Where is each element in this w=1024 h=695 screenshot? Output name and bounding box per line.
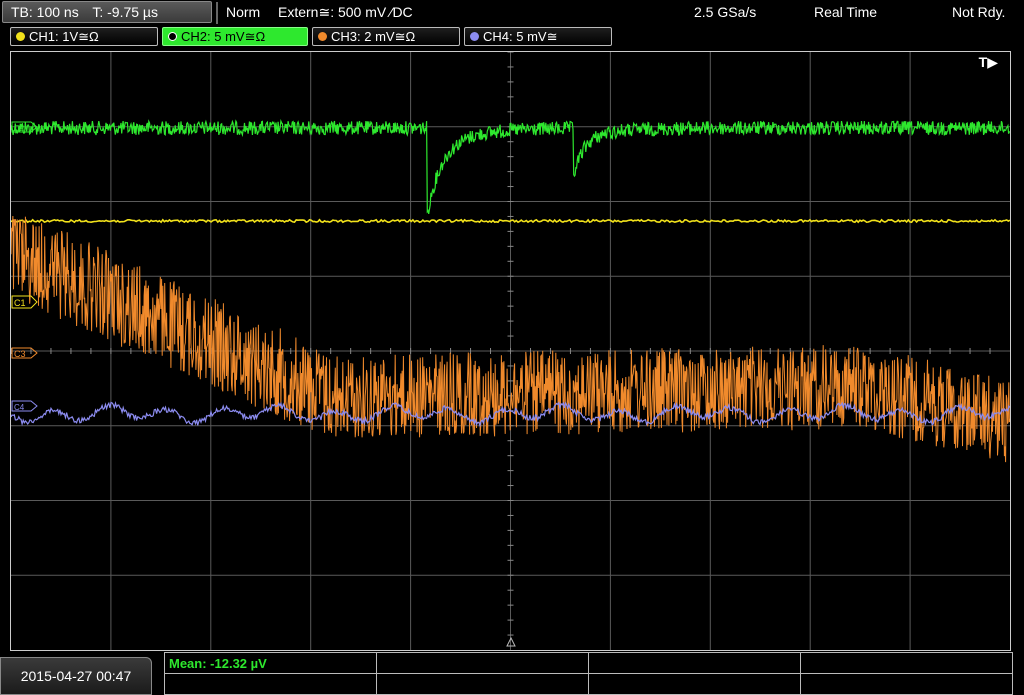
c3-marker-label: C3 (14, 349, 26, 359)
tab-ch3-label: CH3: 2 mV≅Ω (331, 29, 416, 44)
measurement-cell (588, 673, 801, 695)
sample-rate[interactable]: 2.5 GSa/s (694, 3, 756, 21)
tab-ch3[interactable]: CH3: 2 mV≅Ω (312, 27, 460, 46)
measurement-cell (376, 652, 589, 674)
tab-ch1-label: CH1: 1V≅Ω (29, 29, 99, 44)
timebase-label: TB: 100 ns (11, 4, 79, 20)
measurement-mean[interactable]: Mean: -12.32 µV (164, 652, 377, 674)
c2-marker-label: C2 (14, 124, 25, 133)
trigger-source[interactable]: Extern≅: 500 mV ⁄DC (278, 3, 413, 21)
ch1-color-icon (16, 32, 25, 41)
ch1-waveform (11, 218, 1010, 224)
graticule-grid (11, 52, 1010, 650)
timebase-box[interactable]: TB: 100 ns T: -9.75 µs (2, 1, 212, 23)
measurement-cell (800, 652, 1013, 674)
measurement-cell (376, 673, 589, 695)
tab-ch4-label: CH4: 5 mV≅ (483, 29, 558, 44)
tab-ch2-label: CH2: 5 mV≅Ω (181, 29, 266, 44)
ch2-color-icon (168, 32, 177, 41)
divider (216, 2, 218, 24)
ch4-color-icon (470, 32, 479, 41)
acquisition-mode[interactable]: Real Time (814, 3, 877, 21)
bottom-bar: 2015-04-27 00:47 Mean: -12.32 µV (0, 652, 1024, 695)
timestamp: 2015-04-27 00:47 (0, 657, 152, 695)
waveform-display[interactable]: C2 C1 C3 C4 T▶ (10, 51, 1011, 651)
ch3-color-icon (318, 32, 327, 41)
trigger-level-icon: T▶ (978, 54, 998, 70)
acquisition-state: Not Rdy. (952, 4, 1006, 20)
c1-offset-marker: C1 (11, 295, 38, 309)
measurement-cell (800, 673, 1013, 695)
tab-ch2[interactable]: CH2: 5 mV≅Ω (162, 27, 308, 46)
c3-offset-marker: C3 (11, 347, 38, 359)
measurement-table: Mean: -12.32 µV (164, 652, 1013, 695)
trigger-mode[interactable]: Norm (226, 3, 260, 21)
status-bar: TB: 100 ns T: -9.75 µs Norm Extern≅: 500… (0, 0, 1024, 25)
c4-marker-label: C4 (14, 403, 25, 412)
measurement-cell (164, 673, 377, 695)
channel-tabs: CH1: 1V≅Ω CH2: 5 mV≅Ω CH3: 2 mV≅Ω CH4: 5… (0, 26, 1024, 48)
measurement-cell (588, 652, 801, 674)
waveform-canvas[interactable]: C2 C1 C3 C4 (11, 52, 1010, 650)
c1-marker-label: C1 (14, 298, 26, 308)
c4-offset-marker: C4 (11, 400, 38, 412)
tab-ch1[interactable]: CH1: 1V≅Ω (10, 27, 158, 46)
tab-ch4[interactable]: CH4: 5 mV≅ (464, 27, 612, 46)
trigger-time-label: T: -9.75 µs (92, 4, 158, 20)
